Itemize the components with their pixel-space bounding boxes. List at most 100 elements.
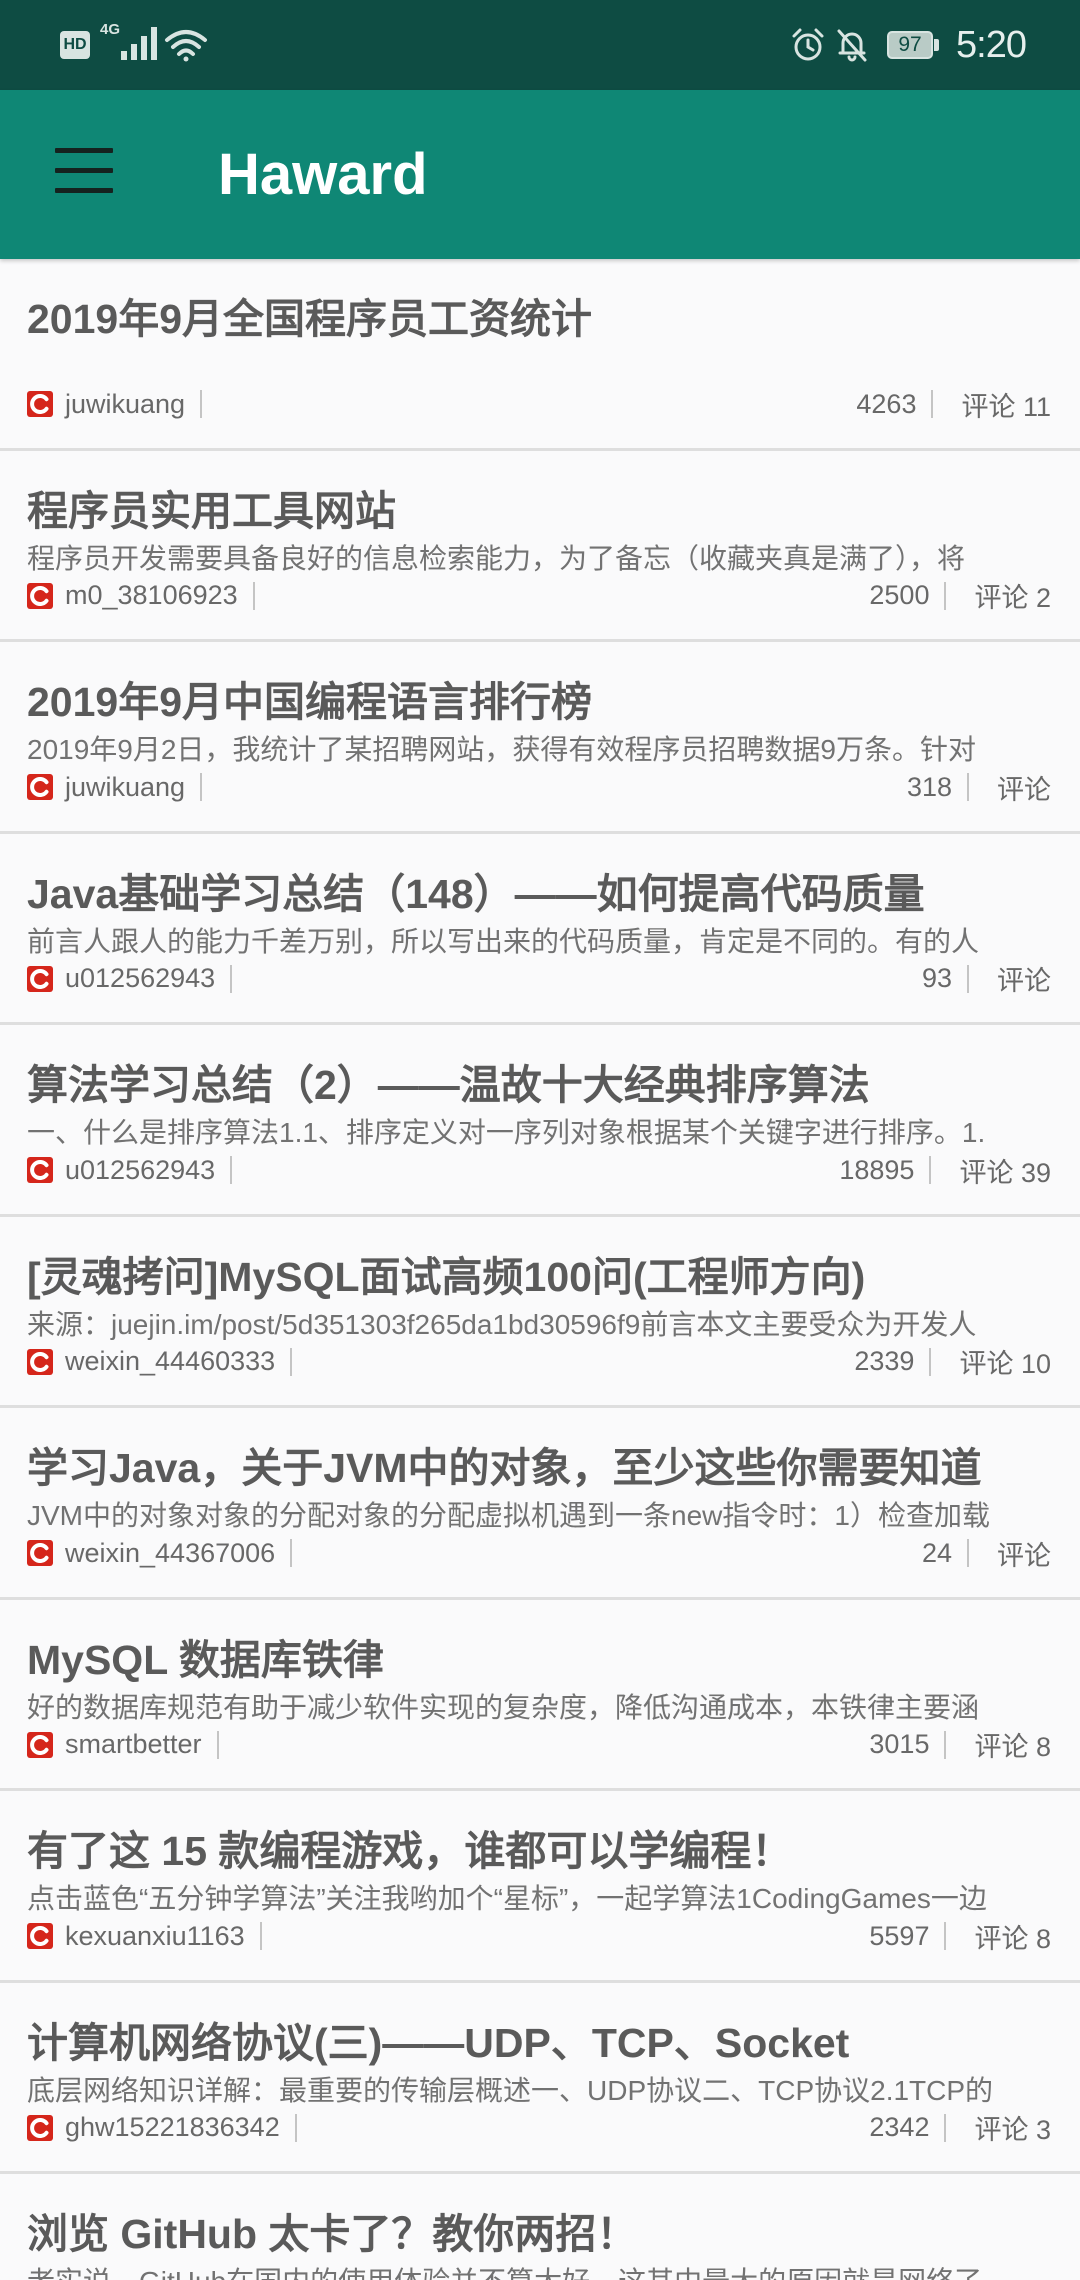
csdn-logo-icon (27, 2115, 53, 2141)
article-meta: weixin_44367006 24 评论 (27, 1536, 1051, 1571)
article-list[interactable]: 2019年9月全国程序员工资统计 juwikuang 4263 评论 11 程序… (0, 259, 1080, 2280)
comment-count: 评论 (997, 774, 1051, 805)
article-title: 程序员实用工具网站 (27, 487, 396, 534)
csdn-logo-icon (27, 1732, 53, 1758)
view-count: 2339 (854, 1346, 915, 1376)
view-count: 18895 (839, 1154, 915, 1185)
view-count: 93 (921, 963, 952, 993)
article-title: MySQL 数据库铁律 (27, 1636, 384, 1683)
separator (230, 1156, 233, 1184)
article-title: 2019年9月中国编程语言排行榜 (27, 679, 593, 725)
wifi-icon (165, 30, 207, 62)
separator (967, 773, 969, 801)
article-author: u012562943 (65, 963, 216, 993)
comment-count: 评论 8 (974, 1732, 1051, 1762)
csdn-logo-icon (27, 1349, 53, 1375)
separator (200, 773, 203, 801)
separator (230, 964, 233, 993)
article-title: 浏览 GitHub 太卡了？教你两招！ (27, 2211, 638, 2257)
article-item[interactable]: 有了这 15 款编程游戏，谁都可以学编程！ 点击蓝色“五分钟学算法”关注我哟加个… (0, 1791, 1080, 1983)
article-item[interactable]: 2019年9月全国程序员工资统计 juwikuang 4263 评论 11 (0, 259, 1080, 451)
article-item[interactable]: 程序员实用工具网站 程序员开发需要具备良好的信息检索能力，为了备忘（收藏夹真是满… (0, 450, 1080, 642)
article-summary: 底层网络知识详解：最重要的传输层概述一、UDP协议二、TCP协议2.1TCP的 (27, 2074, 994, 2106)
view-count: 318 (906, 771, 952, 802)
separator (944, 2113, 947, 2142)
view-count: 5597 (869, 1920, 930, 1951)
hamburger-menu-icon[interactable] (50, 140, 118, 200)
comment-count: 评论 3 (974, 2115, 1051, 2145)
view-count: 24 (921, 1537, 952, 1568)
csdn-logo-icon (27, 1157, 53, 1183)
separator (294, 2113, 297, 2142)
article-summary: JVM中的对象对象的分配对象的分配虚拟机遇到一条new指令时：1）检查加载 (27, 1500, 990, 1531)
article-item[interactable]: Java基础学习总结（148）——如何提高代码质量 前言人跟人的能力千差万别，所… (0, 833, 1080, 1025)
page-title: Haward (218, 142, 428, 207)
menu-line (55, 148, 113, 153)
article-author: weixin_44460333 (65, 1346, 276, 1376)
article-author: kexuanxiu1163 (65, 1920, 245, 1951)
separator (252, 581, 255, 610)
article-author: m0_38106923 (65, 580, 238, 610)
article-meta: juwikuang 4263 评论 11 (27, 387, 1051, 422)
separator (216, 1730, 219, 1759)
csdn-logo-icon (27, 1540, 53, 1566)
app-bar: Haward (0, 90, 1080, 259)
bell-off-icon (837, 29, 867, 62)
article-title: 2019年9月全国程序员工资统计 (27, 296, 593, 342)
article-author: smartbetter (65, 1729, 202, 1759)
article-title: Java基础学习总结（148）——如何提高代码质量 (27, 870, 925, 917)
csdn-logo-icon (27, 966, 53, 992)
view-count: 3015 (869, 1729, 930, 1759)
csdn-logo-icon (27, 1923, 53, 1949)
article-summary: 老实说，GitHub在国内的使用体验并不算太好，这其中最大的原因就是网络了 (27, 2262, 1080, 2280)
comment-count: 评论 8 (974, 1923, 1051, 1954)
hd-badge: HD (60, 31, 90, 59)
clock-time: 5:20 (956, 24, 1027, 66)
comment-count: 评论 (997, 966, 1051, 996)
csdn-logo-icon (27, 774, 53, 800)
csdn-logo-icon (27, 391, 53, 417)
menu-line (55, 168, 113, 173)
article-item[interactable]: MySQL 数据库铁律 好的数据库规范有助于减少软件实现的复杂度，降低沟通成本，… (0, 1599, 1080, 1791)
article-author: weixin_44367006 (65, 1537, 276, 1568)
comment-count: 评论 2 (974, 583, 1051, 613)
article-title: 有了这 15 款编程游戏，谁都可以学编程！ (27, 1828, 793, 1874)
separator (290, 1539, 293, 1567)
signal-icon (121, 27, 157, 60)
comment-count: 评论 10 (959, 1349, 1051, 1379)
article-summary (27, 347, 1080, 387)
article-summary: 2019年9月2日，我统计了某招聘网站，获得有效程序员招聘数据9万条。针对 (27, 734, 977, 765)
article-item[interactable]: 算法学习总结（2）——温故十大经典排序算法 一、什么是排序算法1.1、排序定义对… (0, 1025, 1080, 1217)
separator (200, 390, 203, 418)
article-author: u012562943 (65, 1154, 216, 1185)
article-author: juwikuang (65, 388, 186, 419)
article-summary: 一、什么是排序算法1.1、排序定义对一序列对象根据某个关键字进行排序。1. (27, 1117, 986, 1148)
article-meta: juwikuang 318 评论 (27, 770, 1051, 805)
article-item[interactable]: [灵魂拷问]MySQL面试高频100问(工程师方向) 来源：juejin.im/… (0, 1216, 1080, 1408)
battery-nub (934, 39, 939, 51)
article-author: ghw15221836342 (65, 2112, 280, 2142)
article-title: 算法学习总结（2）——温故十大经典排序算法 (27, 1062, 870, 1108)
separator (967, 964, 969, 993)
separator (929, 1156, 932, 1184)
network-type: 4G (100, 21, 121, 38)
status-bar: HD 4G 97 5:20 (0, 0, 1080, 90)
article-item[interactable]: 学习Java，关于JVM中的对象，至少这些你需要知道 JVM中的对象对象的分配对… (0, 1408, 1080, 1600)
comment-count: 评论 39 (959, 1157, 1051, 1188)
article-title: 计算机网络协议(三)——UDP、TCP、Socket (27, 2019, 850, 2066)
article-item[interactable]: 2019年9月中国编程语言排行榜 2019年9月2日，我统计了某招聘网站，获得有… (0, 642, 1080, 834)
separator (929, 1347, 932, 1376)
article-summary: 前言人跟人的能力千差万别，所以写出来的代码质量，肯定是不同的。有的人 (27, 925, 980, 957)
article-meta: u012562943 18895 评论 39 (27, 1153, 1051, 1188)
alarm-icon (792, 28, 824, 61)
article-author: juwikuang (65, 771, 186, 802)
separator (290, 1347, 293, 1376)
battery-level: 97 (898, 33, 922, 56)
comment-count: 评论 11 (961, 391, 1051, 422)
view-count: 2342 (869, 2112, 930, 2142)
article-meta: u012562943 93 评论 (27, 962, 1051, 996)
article-summary: 来源：juejin.im/post/5d351303f265da1bd30596… (27, 1308, 977, 1340)
article-title: [灵魂拷问]MySQL面试高频100问(工程师方向) (27, 1253, 866, 1300)
article-item[interactable]: 计算机网络协议(三)——UDP、TCP、Socket 底层网络知识详解：最重要的… (0, 1982, 1080, 2174)
article-item[interactable]: 浏览 GitHub 太卡了？教你两招！ 老实说，GitHub在国内的使用体验并不… (0, 2174, 1080, 2280)
